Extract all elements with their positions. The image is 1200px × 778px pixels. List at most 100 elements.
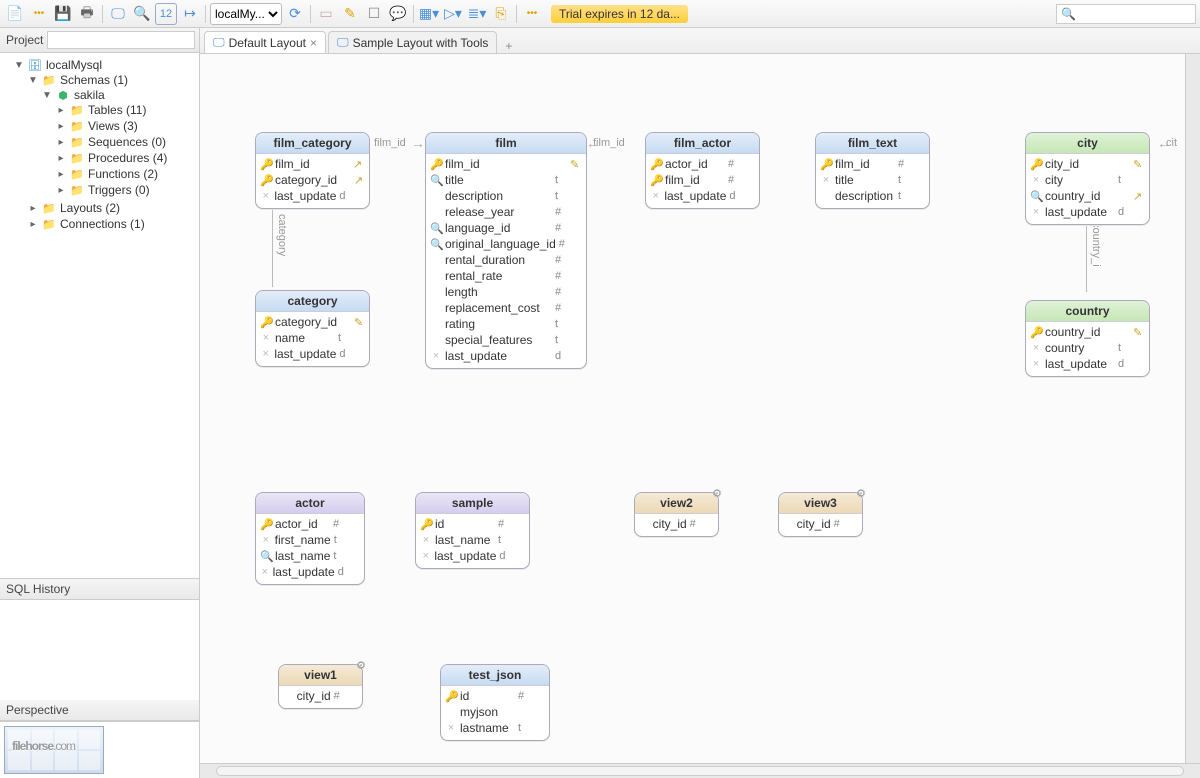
column-row[interactable]: 🔑film_id↗	[260, 156, 365, 172]
entity-header[interactable]: city	[1026, 133, 1149, 154]
entity-header[interactable]: film	[426, 133, 586, 154]
entity-header[interactable]: category	[256, 291, 369, 312]
column-row[interactable]: 🔑category_id↗	[260, 172, 365, 188]
column-row[interactable]: city_id#	[639, 516, 714, 532]
entity-film[interactable]: film 🔑film_id✎🔍titletdescriptiontrelease_…	[425, 132, 587, 369]
copy-icon[interactable]: ⎘	[490, 3, 512, 25]
tree-connections[interactable]: Connections (1)	[60, 217, 145, 231]
entity-view1[interactable]: ⚙view1city_id#	[278, 664, 363, 709]
twelve-button[interactable]: 12	[155, 3, 177, 25]
column-row[interactable]: replacement_cost#	[430, 300, 582, 316]
editor-tab[interactable]: 🖵Sample Layout with Tools	[328, 31, 497, 53]
more2-icon[interactable]: •••	[521, 3, 543, 25]
tree-item[interactable]: ▸📁Triggers (0)	[56, 183, 199, 197]
column-row[interactable]: rental_duration#	[430, 252, 582, 268]
column-row[interactable]: ×countryt	[1030, 340, 1145, 356]
tree-item[interactable]: ▸📁Sequences (0)	[56, 135, 199, 149]
horizontal-scrollbar[interactable]	[200, 763, 1200, 778]
comment-icon[interactable]: 💬	[387, 3, 409, 25]
tree-item[interactable]: ▸📁Procedures (4)	[56, 151, 199, 165]
column-row[interactable]: ×cityt	[1030, 172, 1145, 188]
entity-film_category[interactable]: film_category 🔑film_id↗🔑category_id↗×last…	[255, 132, 370, 209]
cfg-icon[interactable]: ≣▾	[466, 3, 488, 25]
column-row[interactable]: 🔑film_id#	[820, 156, 925, 172]
column-row[interactable]: 🔍titlet	[430, 172, 582, 188]
column-row[interactable]: ratingt	[430, 316, 582, 332]
entity-city[interactable]: city🔑city_id✎×cityt🔍country_id↗×last_upd…	[1025, 132, 1150, 225]
column-row[interactable]: ×last_updated	[650, 188, 755, 204]
entity-header[interactable]: film_category	[256, 133, 369, 154]
column-row[interactable]: city_id#	[783, 516, 858, 532]
entity-header[interactable]: film_actor	[646, 133, 759, 154]
column-row[interactable]: 🔑film_id✎	[430, 156, 582, 172]
monitor-icon[interactable]: 🖵	[107, 3, 129, 25]
entity-film_text[interactable]: film_text🔑film_id#×titletdescriptiont	[815, 132, 930, 209]
zoom-icon[interactable]: 🔍	[131, 3, 153, 25]
save-icon[interactable]: 💾	[52, 3, 74, 25]
add-tab-button[interactable]: +	[499, 39, 518, 53]
editor-tab[interactable]: 🖵Default Layout×	[204, 31, 326, 53]
column-row[interactable]: 🔑city_id✎	[1030, 156, 1145, 172]
column-row[interactable]: ×titlet	[820, 172, 925, 188]
column-row[interactable]: 🔑actor_id#	[260, 516, 360, 532]
perspective-thumb[interactable]	[0, 721, 199, 778]
column-row[interactable]: 🔑category_id✎	[260, 314, 365, 330]
column-row[interactable]: ×first_namet	[260, 532, 360, 548]
entity-header[interactable]: sample	[416, 493, 529, 514]
tree-item[interactable]: ▸📁Views (3)	[56, 119, 199, 133]
column-row[interactable]: ×lastnamet	[445, 720, 545, 736]
entity-header[interactable]: film_text	[816, 133, 929, 154]
entity-test_json[interactable]: test_json🔑id#myjson×lastnamet	[440, 664, 550, 741]
trial-banner[interactable]: Trial expires in 12 da...	[551, 5, 688, 23]
entity-view3[interactable]: ⚙view3city_id#	[778, 492, 863, 537]
tree-schemas[interactable]: Schemas (1)	[60, 73, 128, 87]
forward-icon[interactable]: ↦	[179, 3, 201, 25]
entity-country[interactable]: country 🔑country_id✎×countryt×last_update…	[1025, 300, 1150, 377]
column-row[interactable]: ×last_updated	[260, 346, 365, 362]
column-row[interactable]: 🔍last_namet	[260, 548, 360, 564]
column-row[interactable]: ×last_updated	[1030, 356, 1145, 372]
entity-film_actor[interactable]: film_actor🔑actor_id#🔑film_id#×last_updat…	[645, 132, 760, 209]
column-row[interactable]: 🔍country_id↗	[1030, 188, 1145, 204]
column-row[interactable]: ×last_updated	[260, 188, 365, 204]
new-icon[interactable]: 📄	[4, 3, 26, 25]
pencil-icon[interactable]: ✎	[339, 3, 361, 25]
close-icon[interactable]: ×	[310, 36, 317, 50]
column-row[interactable]: ×last_updated	[260, 564, 360, 580]
column-row[interactable]: 🔑actor_id#	[650, 156, 755, 172]
column-row[interactable]: descriptiont	[430, 188, 582, 204]
more-icon[interactable]: •••	[28, 3, 50, 25]
column-row[interactable]: ×last_updated	[420, 548, 525, 564]
entity-header[interactable]: view3	[779, 493, 862, 514]
column-row[interactable]: special_featurest	[430, 332, 582, 348]
column-row[interactable]: 🔑country_id✎	[1030, 324, 1145, 340]
tree-item[interactable]: ▸📁Tables (11)	[56, 103, 199, 117]
column-row[interactable]: 🔍language_id#	[430, 220, 582, 236]
grid-icon[interactable]: ▦▾	[418, 3, 440, 25]
column-row[interactable]: city_id#	[283, 688, 358, 704]
entity-header[interactable]: view2	[635, 493, 718, 514]
column-row[interactable]: ×last_updated	[430, 348, 582, 364]
perspective-header[interactable]: Perspective	[0, 700, 199, 721]
tree-root[interactable]: localMysql	[46, 58, 102, 72]
entity-header[interactable]: actor	[256, 493, 364, 514]
vertical-scrollbar[interactable]	[1185, 54, 1200, 763]
search-input[interactable]: 🔍	[1056, 4, 1196, 24]
project-filter-input[interactable]	[47, 31, 195, 49]
entity-header[interactable]: country	[1026, 301, 1149, 322]
entity-header[interactable]: view1	[279, 665, 362, 686]
note-icon[interactable]: ▭	[315, 3, 337, 25]
tree-item[interactable]: ▸📁Functions (2)	[56, 167, 199, 181]
column-row[interactable]: ×last_namet	[420, 532, 525, 548]
refresh-icon[interactable]: ⟳	[284, 3, 306, 25]
entity-sample[interactable]: sample 🔑id#×last_namet×last_updated	[415, 492, 530, 569]
entity-actor[interactable]: actor 🔑actor_id#×first_namet🔍last_namet×l…	[255, 492, 365, 585]
column-row[interactable]: release_year#	[430, 204, 582, 220]
entity-header[interactable]: test_json	[441, 665, 549, 686]
column-row[interactable]: length#	[430, 284, 582, 300]
project-tree[interactable]: ▼🗄localMysql ▼📁Schemas (1) ▼⬢sakila ▸📁Ta…	[0, 53, 199, 578]
run-icon[interactable]: ▷▾	[442, 3, 464, 25]
column-row[interactable]: myjson	[445, 704, 545, 720]
column-row[interactable]: 🔑id#	[420, 516, 525, 532]
tree-schema-sakila[interactable]: sakila	[74, 88, 105, 102]
